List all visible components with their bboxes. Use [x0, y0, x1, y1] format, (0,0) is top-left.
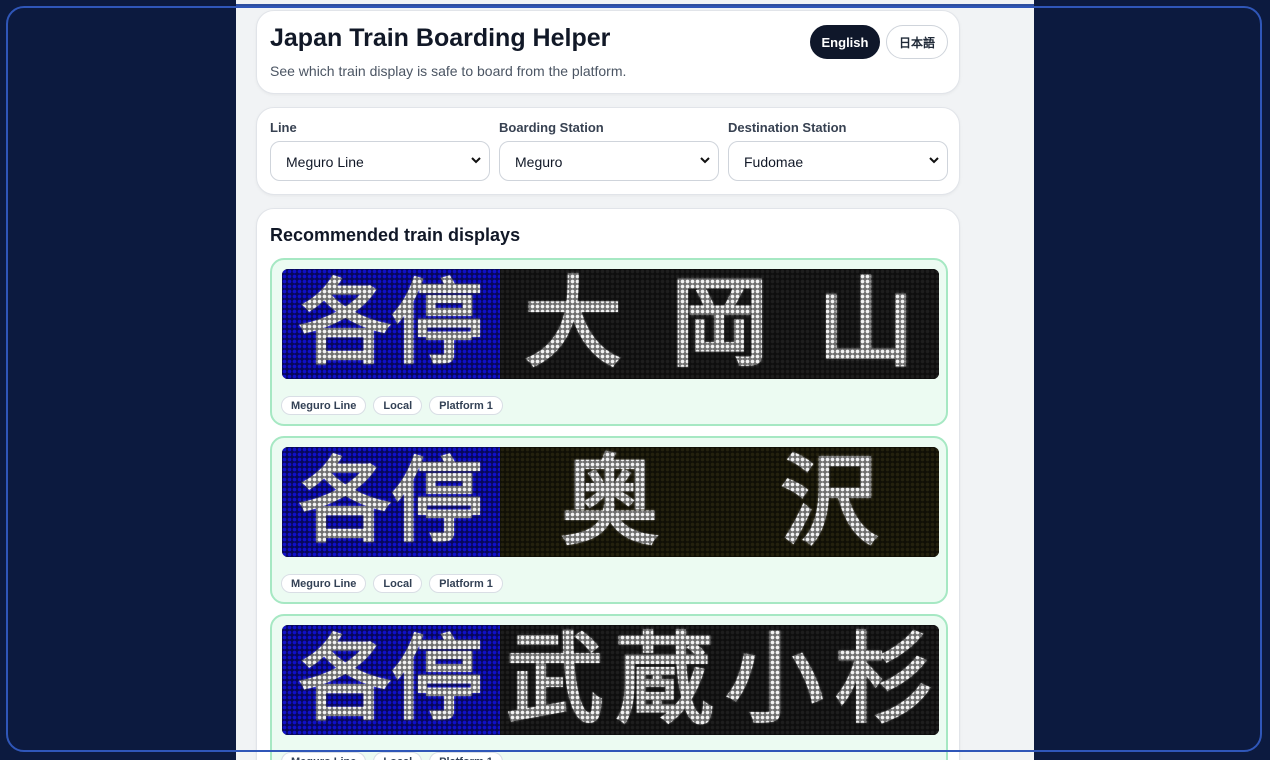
service-type-panel: 各 停 — [282, 269, 500, 379]
destination-panel: 武 蔵 小 杉 — [500, 625, 939, 735]
service-type-char: 停 — [391, 270, 484, 377]
boarding-station-label: Boarding Station — [499, 120, 604, 135]
service-tag: Local — [373, 752, 423, 760]
line-tag: Meguro Line — [281, 752, 367, 760]
platform-tag: Platform 1 — [429, 574, 503, 593]
destination-panel: 大 岡 山 — [500, 269, 939, 379]
service-type-panel: 各 停 — [282, 625, 500, 735]
train-tags: Meguro Line Local Platform 1 — [281, 752, 503, 760]
destination-station-select[interactable]: Fudomae — [728, 141, 948, 181]
destination-char: 山 — [816, 269, 915, 379]
destination-panel: 奥 沢 — [500, 447, 939, 557]
destination-char: 奥 — [560, 447, 659, 557]
platform-tag: Platform 1 — [429, 752, 503, 760]
service-type-char: 各 — [298, 626, 391, 733]
train-display-card[interactable]: 各 停 奥 沢 Meguro Line Local Platform 1 — [270, 436, 948, 604]
destination-station-field: Destination Station Fudomae — [728, 120, 948, 181]
line-field: Line Meguro Line — [270, 120, 490, 181]
service-type-panel: 各 停 — [282, 447, 500, 557]
destination-char: 小 — [725, 625, 824, 735]
english-language-button[interactable]: English — [810, 25, 880, 59]
recommendations-card: Recommended train displays 各 停 大 岡 山 Meg… — [256, 208, 960, 760]
service-type-char: 各 — [298, 270, 391, 377]
line-select[interactable]: Meguro Line — [270, 141, 490, 181]
japanese-language-button[interactable]: 日本語 — [886, 25, 948, 59]
boarding-station-field: Boarding Station Meguro — [499, 120, 719, 181]
header-card: Japan Train Boarding Helper See which tr… — [256, 10, 960, 94]
chevron-down-icon — [471, 157, 481, 164]
page-title: Japan Train Boarding Helper — [270, 24, 611, 52]
led-destination-display: 各 停 大 岡 山 — [282, 269, 939, 379]
boarding-station-select[interactable]: Meguro — [499, 141, 719, 181]
line-tag: Meguro Line — [281, 396, 367, 415]
destination-char: 杉 — [835, 625, 934, 735]
train-tags: Meguro Line Local Platform 1 — [281, 396, 503, 415]
service-type-char: 停 — [391, 448, 484, 555]
destination-char: 武 — [505, 625, 604, 735]
service-tag: Local — [373, 396, 423, 415]
station-selector-card: Line Meguro Line Boarding Station Meguro… — [256, 107, 960, 195]
destination-station-value: Fudomae — [744, 154, 804, 170]
destination-char: 蔵 — [615, 625, 714, 735]
boarding-station-value: Meguro — [515, 154, 563, 170]
destination-station-label: Destination Station — [728, 120, 847, 135]
platform-tag: Platform 1 — [429, 396, 503, 415]
destination-char: 沢 — [780, 447, 879, 557]
top-border — [236, 4, 1034, 7]
chevron-down-icon — [929, 157, 939, 164]
recommendations-title: Recommended train displays — [270, 225, 521, 245]
chevron-down-icon — [700, 157, 710, 164]
service-tag: Local — [373, 574, 423, 593]
train-tags: Meguro Line Local Platform 1 — [281, 574, 503, 593]
page-subtitle: See which train display is safe to board… — [270, 63, 627, 79]
line-select-value: Meguro Line — [286, 154, 364, 170]
line-label: Line — [270, 120, 297, 135]
destination-char: 大 — [524, 269, 623, 379]
service-type-char: 各 — [298, 448, 391, 555]
train-display-card[interactable]: 各 停 武 蔵 小 杉 Meguro Line Local Platform 1 — [270, 614, 948, 760]
destination-char: 岡 — [670, 269, 769, 379]
line-tag: Meguro Line — [281, 574, 367, 593]
train-display-card[interactable]: 各 停 大 岡 山 Meguro Line Local Platform 1 — [270, 258, 948, 426]
led-destination-display: 各 停 武 蔵 小 杉 — [282, 625, 939, 735]
service-type-char: 停 — [391, 626, 484, 733]
app-page: Japan Train Boarding Helper See which tr… — [236, 0, 1034, 760]
led-destination-display: 各 停 奥 沢 — [282, 447, 939, 557]
